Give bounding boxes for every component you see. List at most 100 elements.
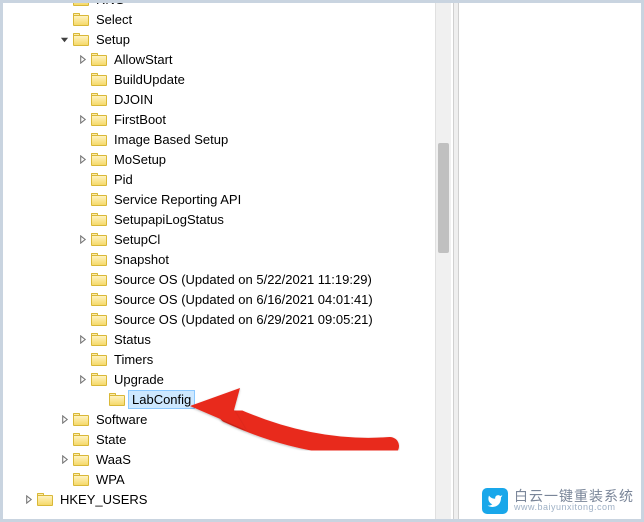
expander-spacer	[57, 432, 71, 446]
folder-icon	[91, 353, 107, 366]
tree-item[interactable]: Image Based Setup	[3, 129, 435, 149]
folder-icon	[91, 73, 107, 86]
watermark-url: www.baiyunxitong.com	[514, 503, 634, 513]
expander-spacer	[93, 392, 107, 406]
tree-item[interactable]: WaaS	[3, 449, 435, 469]
expander-spacer	[75, 192, 89, 206]
tree-item-label: FirstBoot	[111, 111, 169, 128]
folder-icon	[91, 313, 107, 326]
folder-icon	[73, 433, 89, 446]
tree-item-label: SetupapiLogStatus	[111, 211, 227, 228]
folder-icon	[73, 33, 89, 46]
watermark: 白云一键重装系统 www.baiyunxitong.com	[482, 488, 634, 514]
expander-spacer	[57, 12, 71, 26]
expander-spacer	[75, 272, 89, 286]
chevron-right-icon[interactable]	[75, 232, 89, 246]
chevron-right-icon[interactable]	[57, 452, 71, 466]
folder-icon	[91, 213, 107, 226]
folder-icon	[91, 93, 107, 106]
tree-item-label: WPA	[93, 471, 128, 488]
tree-item-label: Select	[93, 11, 135, 28]
folder-icon	[91, 173, 107, 186]
values-pane[interactable]	[459, 3, 641, 519]
folder-icon	[91, 233, 107, 246]
tree-item[interactable]: MoSetup	[3, 149, 435, 169]
tree-item[interactable]: Upgrade	[3, 369, 435, 389]
tree-item-label: DJOIN	[111, 91, 156, 108]
expander-spacer	[75, 212, 89, 226]
expander-spacer	[75, 312, 89, 326]
folder-icon	[37, 493, 53, 506]
tree-item-label: MoSetup	[111, 151, 169, 168]
expander-spacer	[75, 92, 89, 106]
tree-item-label: Service Reporting API	[111, 191, 244, 208]
tree-item[interactable]: WPA	[3, 469, 435, 489]
tree-item[interactable]: FirstBoot	[3, 109, 435, 129]
tree-item[interactable]: Source OS (Updated on 6/16/2021 04:01:41…	[3, 289, 435, 309]
chevron-right-icon[interactable]	[75, 152, 89, 166]
scrollbar-thumb[interactable]	[438, 143, 449, 253]
tree-item[interactable]: Service Reporting API	[3, 189, 435, 209]
tree-item-label: SetupCl	[111, 231, 163, 248]
folder-icon	[91, 133, 107, 146]
chevron-right-icon[interactable]	[75, 52, 89, 66]
tree-item-label: Image Based Setup	[111, 131, 231, 148]
chevron-right-icon[interactable]	[21, 492, 35, 506]
expander-spacer	[75, 292, 89, 306]
folder-icon	[73, 473, 89, 486]
chevron-right-icon[interactable]	[75, 112, 89, 126]
folder-icon	[73, 3, 89, 6]
folder-icon	[91, 53, 107, 66]
tree-item[interactable]: Status	[3, 329, 435, 349]
tree-item-label: AllowStart	[111, 51, 176, 68]
tree-item-label: Timers	[111, 351, 156, 368]
tree-item-label: Source OS (Updated on 5/22/2021 11:19:29…	[111, 271, 375, 288]
folder-icon	[91, 113, 107, 126]
expander-spacer	[75, 352, 89, 366]
tree-item[interactable]: LabConfig	[3, 389, 435, 409]
tree-item[interactable]: Software	[3, 409, 435, 429]
expander-spacer	[57, 3, 71, 6]
tree-item-label: Status	[111, 331, 154, 348]
chevron-right-icon[interactable]	[57, 412, 71, 426]
tree-item[interactable]: BuildUpdate	[3, 69, 435, 89]
folder-icon	[91, 193, 107, 206]
tree-item-label: BuildUpdate	[111, 71, 188, 88]
tree-item-label: Snapshot	[111, 251, 172, 268]
tree-item-label: Pid	[111, 171, 136, 188]
tree-item[interactable]: HKEY_USERS	[3, 489, 435, 509]
folder-icon	[91, 373, 107, 386]
tree-item-label: Upgrade	[111, 371, 167, 388]
tree-item[interactable]: State	[3, 429, 435, 449]
vertical-scrollbar[interactable]	[435, 3, 451, 519]
folder-icon	[73, 453, 89, 466]
tree-item-label: Software	[93, 411, 150, 428]
tree-item[interactable]: DJOIN	[3, 89, 435, 109]
tree-item[interactable]: Source OS (Updated on 5/22/2021 11:19:29…	[3, 269, 435, 289]
tree-item[interactable]: SetupapiLogStatus	[3, 209, 435, 229]
tree-item[interactable]: AllowStart	[3, 49, 435, 69]
chevron-right-icon[interactable]	[75, 332, 89, 346]
folder-icon	[91, 153, 107, 166]
tree-item-label: HKEY_USERS	[57, 491, 150, 508]
chevron-right-icon[interactable]	[75, 372, 89, 386]
tree-item-label: State	[93, 431, 129, 448]
folder-icon	[91, 333, 107, 346]
chevron-down-icon[interactable]	[57, 32, 71, 46]
watermark-logo-icon	[482, 488, 508, 514]
tree-item-label: WaaS	[93, 451, 134, 468]
tree-item[interactable]: Timers	[3, 349, 435, 369]
tree-item[interactable]: Source OS (Updated on 6/29/2021 09:05:21…	[3, 309, 435, 329]
folder-icon	[91, 293, 107, 306]
tree-item[interactable]: Select	[3, 9, 435, 29]
tree-item-label: Source OS (Updated on 6/16/2021 04:01:41…	[111, 291, 376, 308]
tree-item[interactable]: Snapshot	[3, 249, 435, 269]
expander-spacer	[75, 252, 89, 266]
tree-item[interactable]: Setup	[3, 29, 435, 49]
expander-spacer	[57, 472, 71, 486]
folder-icon	[73, 13, 89, 26]
tree-item[interactable]: Pid	[3, 169, 435, 189]
folder-icon	[91, 273, 107, 286]
tree-item[interactable]: SetupCl	[3, 229, 435, 249]
tree-pane[interactable]: RNGSelectSetupAllowStartBuildUpdateDJOIN…	[3, 3, 435, 519]
